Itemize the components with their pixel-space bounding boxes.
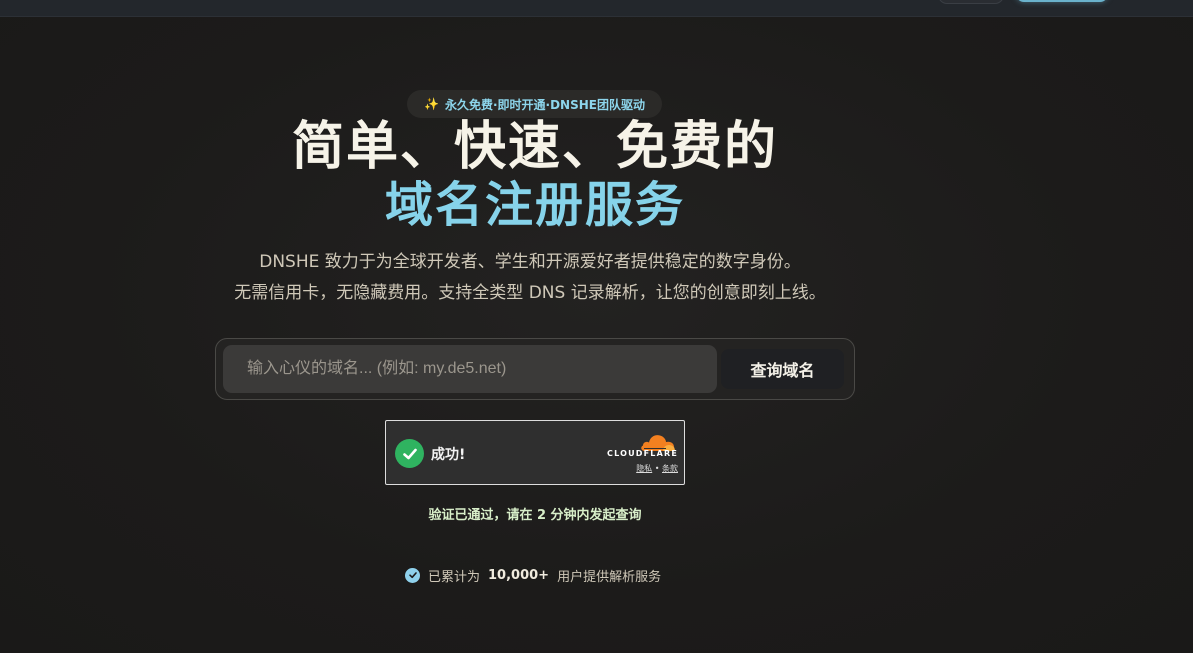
top-nav-bar [0, 0, 1193, 17]
verified-check-icon [405, 567, 420, 583]
terms-link[interactable]: 条款 [662, 464, 678, 473]
domain-search-box: 查询域名 [215, 338, 855, 400]
link-separator: • [654, 464, 660, 473]
captcha-status-text: 成功! [431, 447, 466, 463]
stats-prefix: 已累计为 [428, 569, 481, 585]
hero-title-line1: 简单、快速、免费的 [291, 117, 778, 177]
stats-count: 10,000+ [488, 567, 550, 583]
cloudflare-logo-text: CLOUDFLARE [607, 449, 678, 458]
user-stats: 已累计为 10,000+ 用户提供解析服务 [405, 565, 661, 585]
verification-message: 验证已通过，请在 2 分钟内发起查询 [428, 508, 642, 523]
domain-search-input[interactable] [223, 345, 717, 393]
hero-title-line2: 域名注册服务 [384, 177, 685, 233]
nav-primary-button[interactable] [1016, 0, 1108, 2]
captcha-links: 隐私 • 条款 [602, 463, 678, 474]
cloudflare-turnstile-widget[interactable]: 成功! CLOUDFLARE 隐私 • 条款 [385, 420, 685, 485]
feature-badge: ✨ 永久免费·即时开通·DNSHE团队驱动 [407, 90, 662, 118]
success-check-icon [395, 439, 424, 468]
search-domain-button[interactable]: 查询域名 [721, 349, 844, 389]
page: ✨ 永久免费·即时开通·DNSHE团队驱动 简单、快速、免费的 域名注册服务 D… [0, 0, 1193, 653]
nav-secondary-button[interactable] [938, 0, 1004, 4]
stats-suffix: 用户提供解析服务 [557, 569, 662, 585]
feature-badge-text: 永久免费·即时开通·DNSHE团队驱动 [444, 97, 645, 112]
sparkle-icon: ✨ [424, 97, 439, 111]
privacy-link[interactable]: 隐私 [636, 464, 652, 473]
hero-description-line1: DNSHE 致力于为全球开发者、学生和开源爱好者提供稳定的数字身份。 [259, 252, 801, 272]
hero-description-line2: 无需信用卡，无隐藏费用。支持全类型 DNS 记录解析，让您的创意即刻上线。 [234, 283, 826, 303]
